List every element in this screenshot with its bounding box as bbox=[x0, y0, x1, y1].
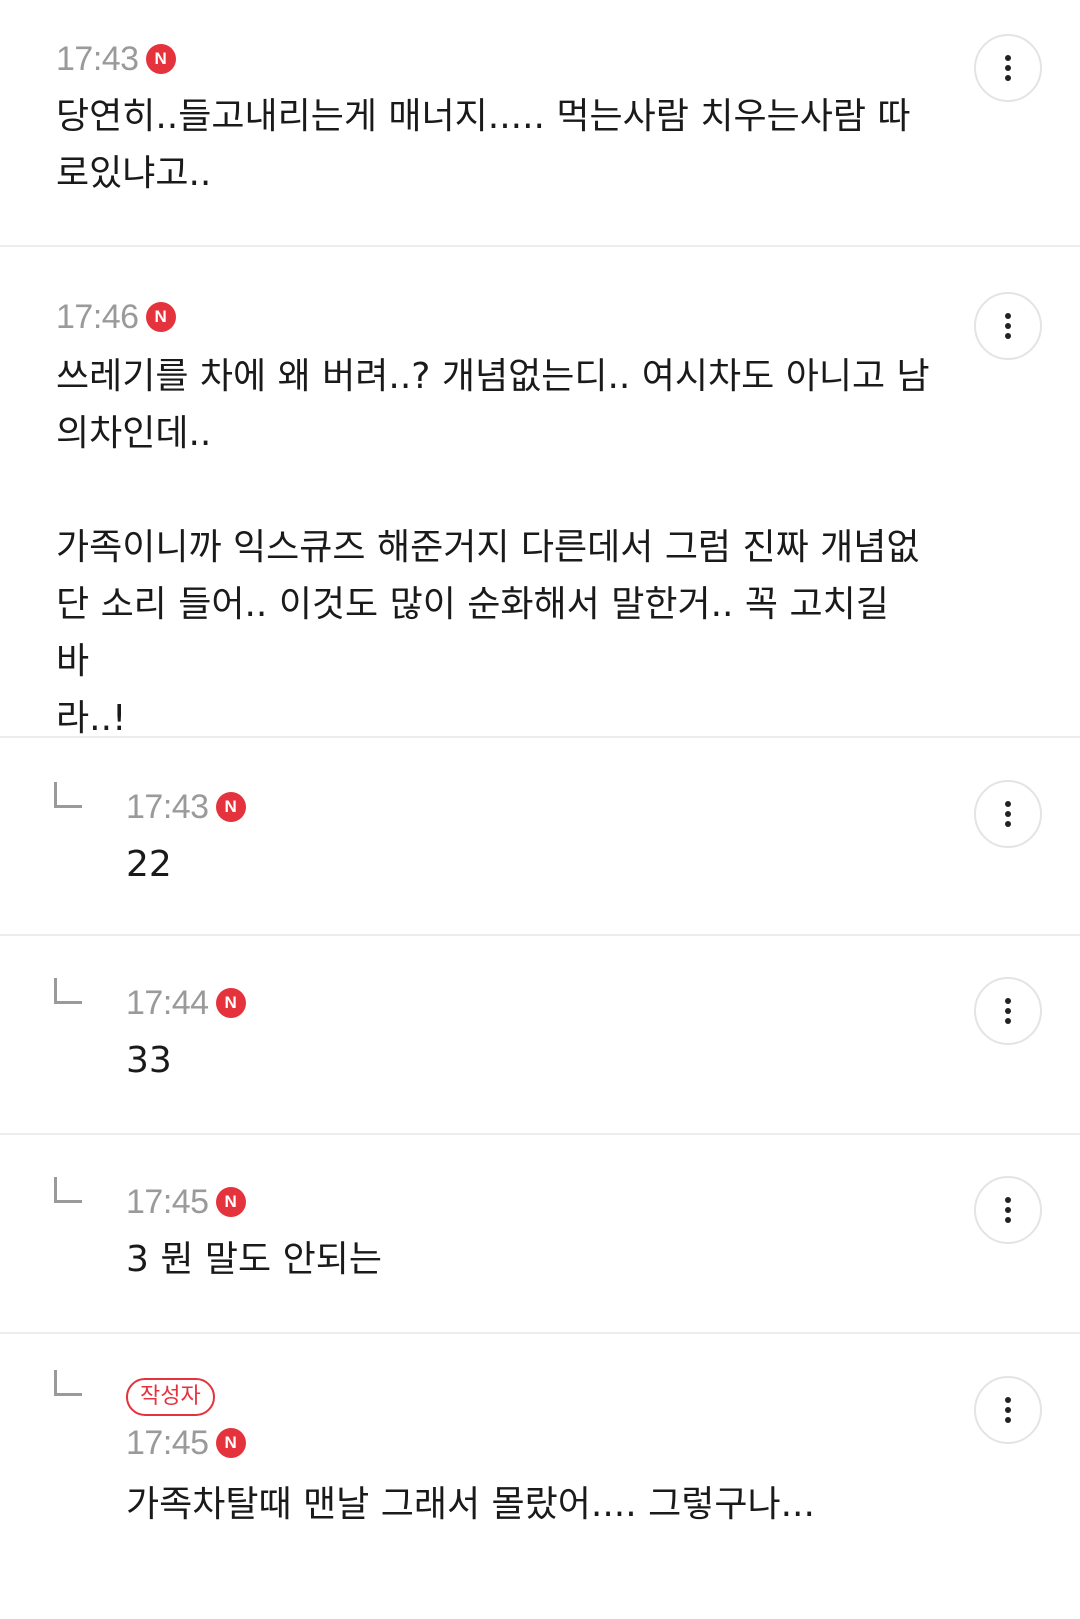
comment-item: 17:43 N 당연히..들고내리는게 매너지..... 먹는사람 치우는사람 … bbox=[0, 0, 1080, 247]
reply-text: 3 뭔 말도 안되는 bbox=[126, 1239, 382, 1280]
reply-text: 가족차탈때 맨날 그래서 몰랐어.... 그렇구나... bbox=[126, 1484, 815, 1525]
comment-list: 17:43 N 당연히..들고내리는게 매너지..... 먹는사람 치우는사람 … bbox=[0, 0, 1080, 1619]
reply-meta: 17:45 N bbox=[126, 1426, 930, 1460]
reply-arrow-icon bbox=[54, 1370, 82, 1396]
reply-meta: 17:45 N bbox=[126, 1185, 930, 1219]
more-vertical-icon bbox=[1005, 1197, 1011, 1203]
new-badge: N bbox=[215, 988, 246, 1018]
more-vertical-icon bbox=[1005, 55, 1011, 61]
more-vertical-icon bbox=[1005, 313, 1011, 319]
reply-item: 작성자 17:45 N 가족차탈때 맨날 그래서 몰랐어.... 그렇구나... bbox=[0, 1334, 1080, 1619]
more-options-button[interactable] bbox=[974, 34, 1042, 102]
more-vertical-icon bbox=[1005, 998, 1011, 1004]
new-badge: N bbox=[145, 302, 176, 332]
reply-arrow-icon bbox=[54, 782, 82, 808]
reply-item: 17:44 N 33 bbox=[0, 936, 1080, 1135]
reply-meta: 17:43 N bbox=[126, 790, 930, 824]
comment-time: 17:46 bbox=[56, 298, 139, 336]
comment-text: 당연히..들고내리는게 매너지..... 먹는사람 치우는사람 따 로있냐고.. bbox=[56, 96, 911, 194]
reply-meta: 17:44 N bbox=[126, 986, 930, 1020]
more-options-button[interactable] bbox=[974, 292, 1042, 360]
new-badge: N bbox=[215, 1187, 246, 1217]
reply-text: 33 bbox=[126, 1040, 172, 1081]
reply-text: 22 bbox=[126, 844, 172, 885]
new-badge: N bbox=[145, 44, 176, 74]
author-badge: 작성자 bbox=[126, 1378, 215, 1416]
comment-meta: 17:46 N bbox=[56, 300, 930, 334]
more-options-button[interactable] bbox=[974, 977, 1042, 1045]
reply-time: 17:45 bbox=[126, 1424, 209, 1462]
comment-text: 쓰레기를 차에 왜 버려..? 개념없는디.. 여시차도 아니고 남 의차인데.… bbox=[56, 356, 930, 739]
comment-time: 17:43 bbox=[56, 40, 139, 78]
more-vertical-icon bbox=[1005, 1397, 1011, 1403]
more-options-button[interactable] bbox=[974, 780, 1042, 848]
more-options-button[interactable] bbox=[974, 1376, 1042, 1444]
new-badge: N bbox=[215, 1428, 246, 1458]
new-badge: N bbox=[215, 792, 246, 822]
reply-item: 17:43 N 22 bbox=[0, 738, 1080, 936]
reply-arrow-icon bbox=[54, 1177, 82, 1203]
reply-arrow-icon bbox=[54, 978, 82, 1004]
reply-time: 17:44 bbox=[126, 984, 209, 1022]
comment-item: 17:46 N 쓰레기를 차에 왜 버려..? 개념없는디.. 여시차도 아니고… bbox=[0, 247, 1080, 739]
reply-item: 17:45 N 3 뭔 말도 안되는 bbox=[0, 1135, 1080, 1334]
reply-time: 17:45 bbox=[126, 1183, 209, 1221]
more-vertical-icon bbox=[1005, 801, 1011, 807]
reply-time: 17:43 bbox=[126, 788, 209, 826]
comment-meta: 17:43 N bbox=[56, 42, 930, 76]
more-options-button[interactable] bbox=[974, 1176, 1042, 1244]
